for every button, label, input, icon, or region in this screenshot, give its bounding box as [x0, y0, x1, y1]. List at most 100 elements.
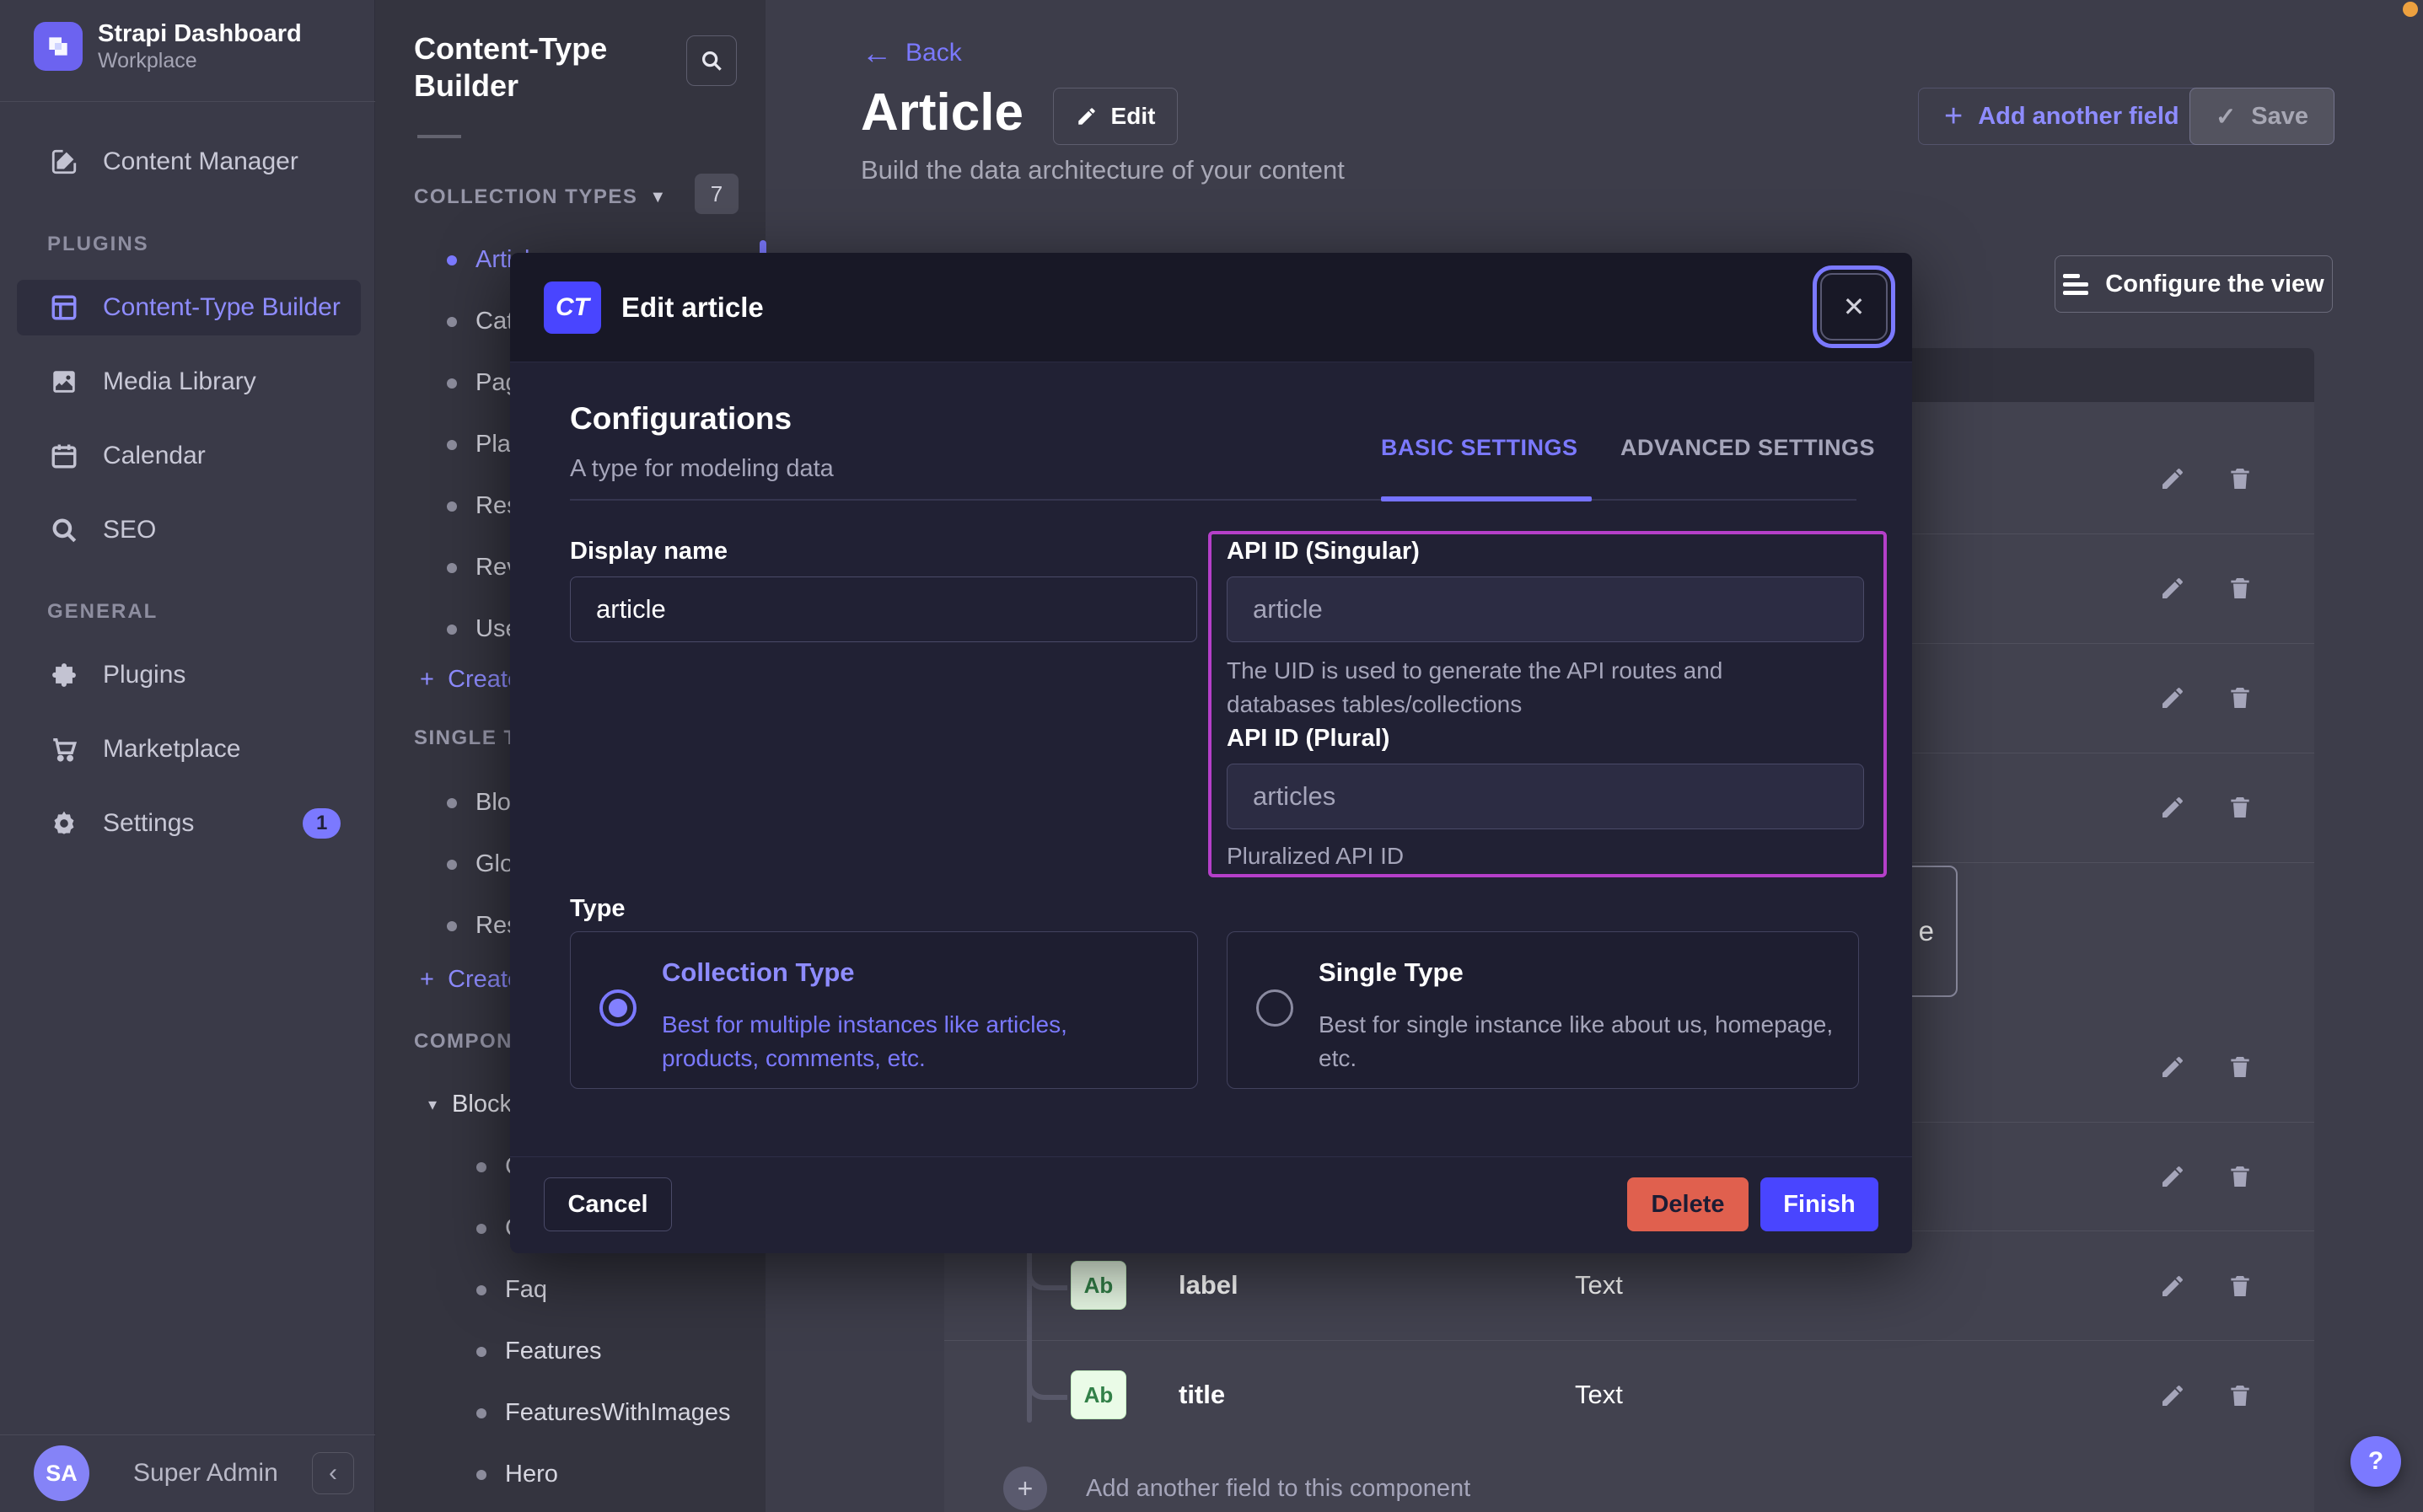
back-label: Back [905, 39, 962, 67]
api-id-singular-help: The UID is used to generate the API rout… [1227, 654, 1783, 721]
page-subtitle: Build the data architecture of your cont… [861, 155, 1345, 185]
pencil-icon[interactable] [2158, 1053, 2187, 1081]
trash-icon[interactable] [2226, 684, 2254, 712]
edit-button[interactable]: Edit [1053, 88, 1178, 145]
collection-type-item[interactable]: Article [0, 229, 447, 291]
trash-icon[interactable] [2226, 1272, 2254, 1300]
display-name-input[interactable] [570, 576, 1197, 642]
trash-icon[interactable] [2226, 1053, 2254, 1081]
api-id-singular-label: API ID (Singular) [1227, 538, 1420, 566]
trash-icon[interactable] [2226, 1381, 2254, 1410]
tree-elbow [1027, 1366, 1067, 1400]
help-button[interactable]: ? [2350, 1436, 2401, 1487]
component-item[interactable]: FeaturesWithImages [0, 1382, 476, 1444]
component-item[interactable]: Hero [0, 1444, 476, 1505]
close-icon[interactable]: ✕ [1820, 273, 1888, 340]
trash-icon[interactable] [2226, 574, 2254, 603]
check-icon: ✓ [2216, 102, 2236, 131]
bullet-icon [447, 378, 457, 389]
save-label: Save [2251, 103, 2308, 131]
trash-icon[interactable] [2226, 464, 2254, 493]
add-another-field-button[interactable]: + Add another field [1918, 88, 2205, 145]
list-settings-icon [2063, 274, 2088, 295]
pencil-icon[interactable] [2158, 1381, 2187, 1410]
cancel-button[interactable]: Cancel [544, 1177, 672, 1231]
finish-button[interactable]: Finish [1760, 1177, 1878, 1231]
chevron-down-icon: ▾ [428, 1094, 437, 1115]
recording-indicator-dot [2403, 2, 2418, 17]
table-row[interactable]: Ab title Text [1071, 1370, 1623, 1419]
single-type-desc: Best for single instance like about us, … [1319, 1008, 1841, 1075]
field-type: Text [1575, 1270, 1623, 1300]
component-item[interactable]: Faq [0, 1259, 476, 1321]
tab-advanced-settings[interactable]: ADVANCED SETTINGS [1620, 435, 1875, 461]
puzzle-icon [47, 658, 81, 692]
collection-type-option[interactable]: Collection Type Best for multiple instan… [570, 931, 1198, 1089]
save-button[interactable]: ✓ Save [2189, 88, 2334, 145]
bullet-icon [447, 860, 457, 870]
row-actions [2158, 684, 2276, 712]
plus-circle-icon[interactable]: + [1003, 1466, 1047, 1510]
collection-type-desc: Best for multiple instances like article… [662, 1008, 1134, 1075]
row-actions [2158, 464, 2276, 493]
chevron-down-icon: ▼ [649, 188, 667, 207]
pencil-icon[interactable] [2158, 1272, 2187, 1300]
component-label: Faq [505, 1276, 547, 1304]
collection-type-item[interactable]: Place [0, 414, 447, 475]
bullet-icon [447, 501, 457, 512]
search-icon [699, 48, 724, 73]
table-row[interactable]: Ab label Text [1071, 1261, 1623, 1310]
plus-icon: + [1944, 100, 1963, 132]
component-item[interactable]: Ct [0, 1198, 476, 1259]
bullet-icon [447, 440, 457, 450]
component-item[interactable]: Features [0, 1321, 476, 1382]
pencil-icon[interactable] [2158, 464, 2187, 493]
single-type-option[interactable]: Single Type Best for single instance lik… [1227, 931, 1859, 1089]
collection-type-item[interactable]: User [0, 598, 447, 660]
sidebar-item-content-manager[interactable]: Content Manager [0, 132, 375, 191]
workspace-brand[interactable]: Strapi Dashboard Workplace [34, 19, 302, 73]
radio-selected-icon[interactable] [599, 989, 637, 1027]
configure-view-button[interactable]: Configure the view [2055, 255, 2333, 313]
collection-types-header[interactable]: COLLECTION TYPES ▼ [414, 185, 668, 209]
sidebar-label: Plugins [103, 661, 185, 689]
pencil-icon[interactable] [2158, 1162, 2187, 1191]
row-actions [2158, 793, 2276, 822]
edit-label: Edit [1111, 103, 1156, 130]
bullet-icon [476, 1162, 486, 1172]
pencil-icon[interactable] [2158, 684, 2187, 712]
sidebar-item-marketplace[interactable]: Marketplace [0, 720, 375, 779]
collection-types-count: 7 [695, 174, 739, 214]
collection-type-item[interactable]: Category [0, 291, 447, 352]
trash-icon[interactable] [2226, 793, 2254, 822]
row-actions [2158, 1162, 2276, 1191]
app-root: Strapi Dashboard Workplace Content Manag… [0, 0, 2423, 1512]
pencil-icon[interactable] [2158, 574, 2187, 603]
tab-basic-settings[interactable]: BASIC SETTINGS [1381, 435, 1578, 461]
single-type-item[interactable]: Blog [0, 772, 447, 834]
api-id-singular-input[interactable] [1227, 576, 1864, 642]
subnav-title-underline [417, 135, 461, 138]
collection-type-item[interactable]: Restaurant [0, 475, 447, 537]
cart-icon [47, 732, 81, 766]
delete-button[interactable]: Delete [1627, 1177, 1749, 1231]
component-item[interactable]: Ct [0, 1136, 476, 1198]
brand-workspace: Workplace [98, 49, 302, 73]
page-title: Article [861, 83, 1023, 142]
pencil-icon[interactable] [2158, 793, 2187, 822]
single-type-item[interactable]: Global [0, 834, 447, 895]
api-id-plural-input[interactable] [1227, 764, 1864, 829]
bullet-icon [447, 921, 457, 931]
add-field-to-component-label: Add another field to this component [1086, 1475, 1470, 1503]
radio-unselected-icon[interactable] [1256, 989, 1293, 1027]
trash-icon[interactable] [2226, 1162, 2254, 1191]
active-tab-underline [1381, 496, 1592, 501]
bullet-icon [447, 317, 457, 327]
collection-type-item[interactable]: Page [0, 352, 447, 414]
subnav-search-button[interactable] [686, 35, 737, 86]
back-link[interactable]: ← Back [862, 35, 962, 71]
single-type-item[interactable]: Restaurant [0, 895, 447, 957]
collection-type-item[interactable]: Review [0, 537, 447, 598]
display-name-label: Display name [570, 538, 728, 566]
add-field-to-component-row[interactable]: + Add another field to this component [1003, 1466, 1470, 1510]
